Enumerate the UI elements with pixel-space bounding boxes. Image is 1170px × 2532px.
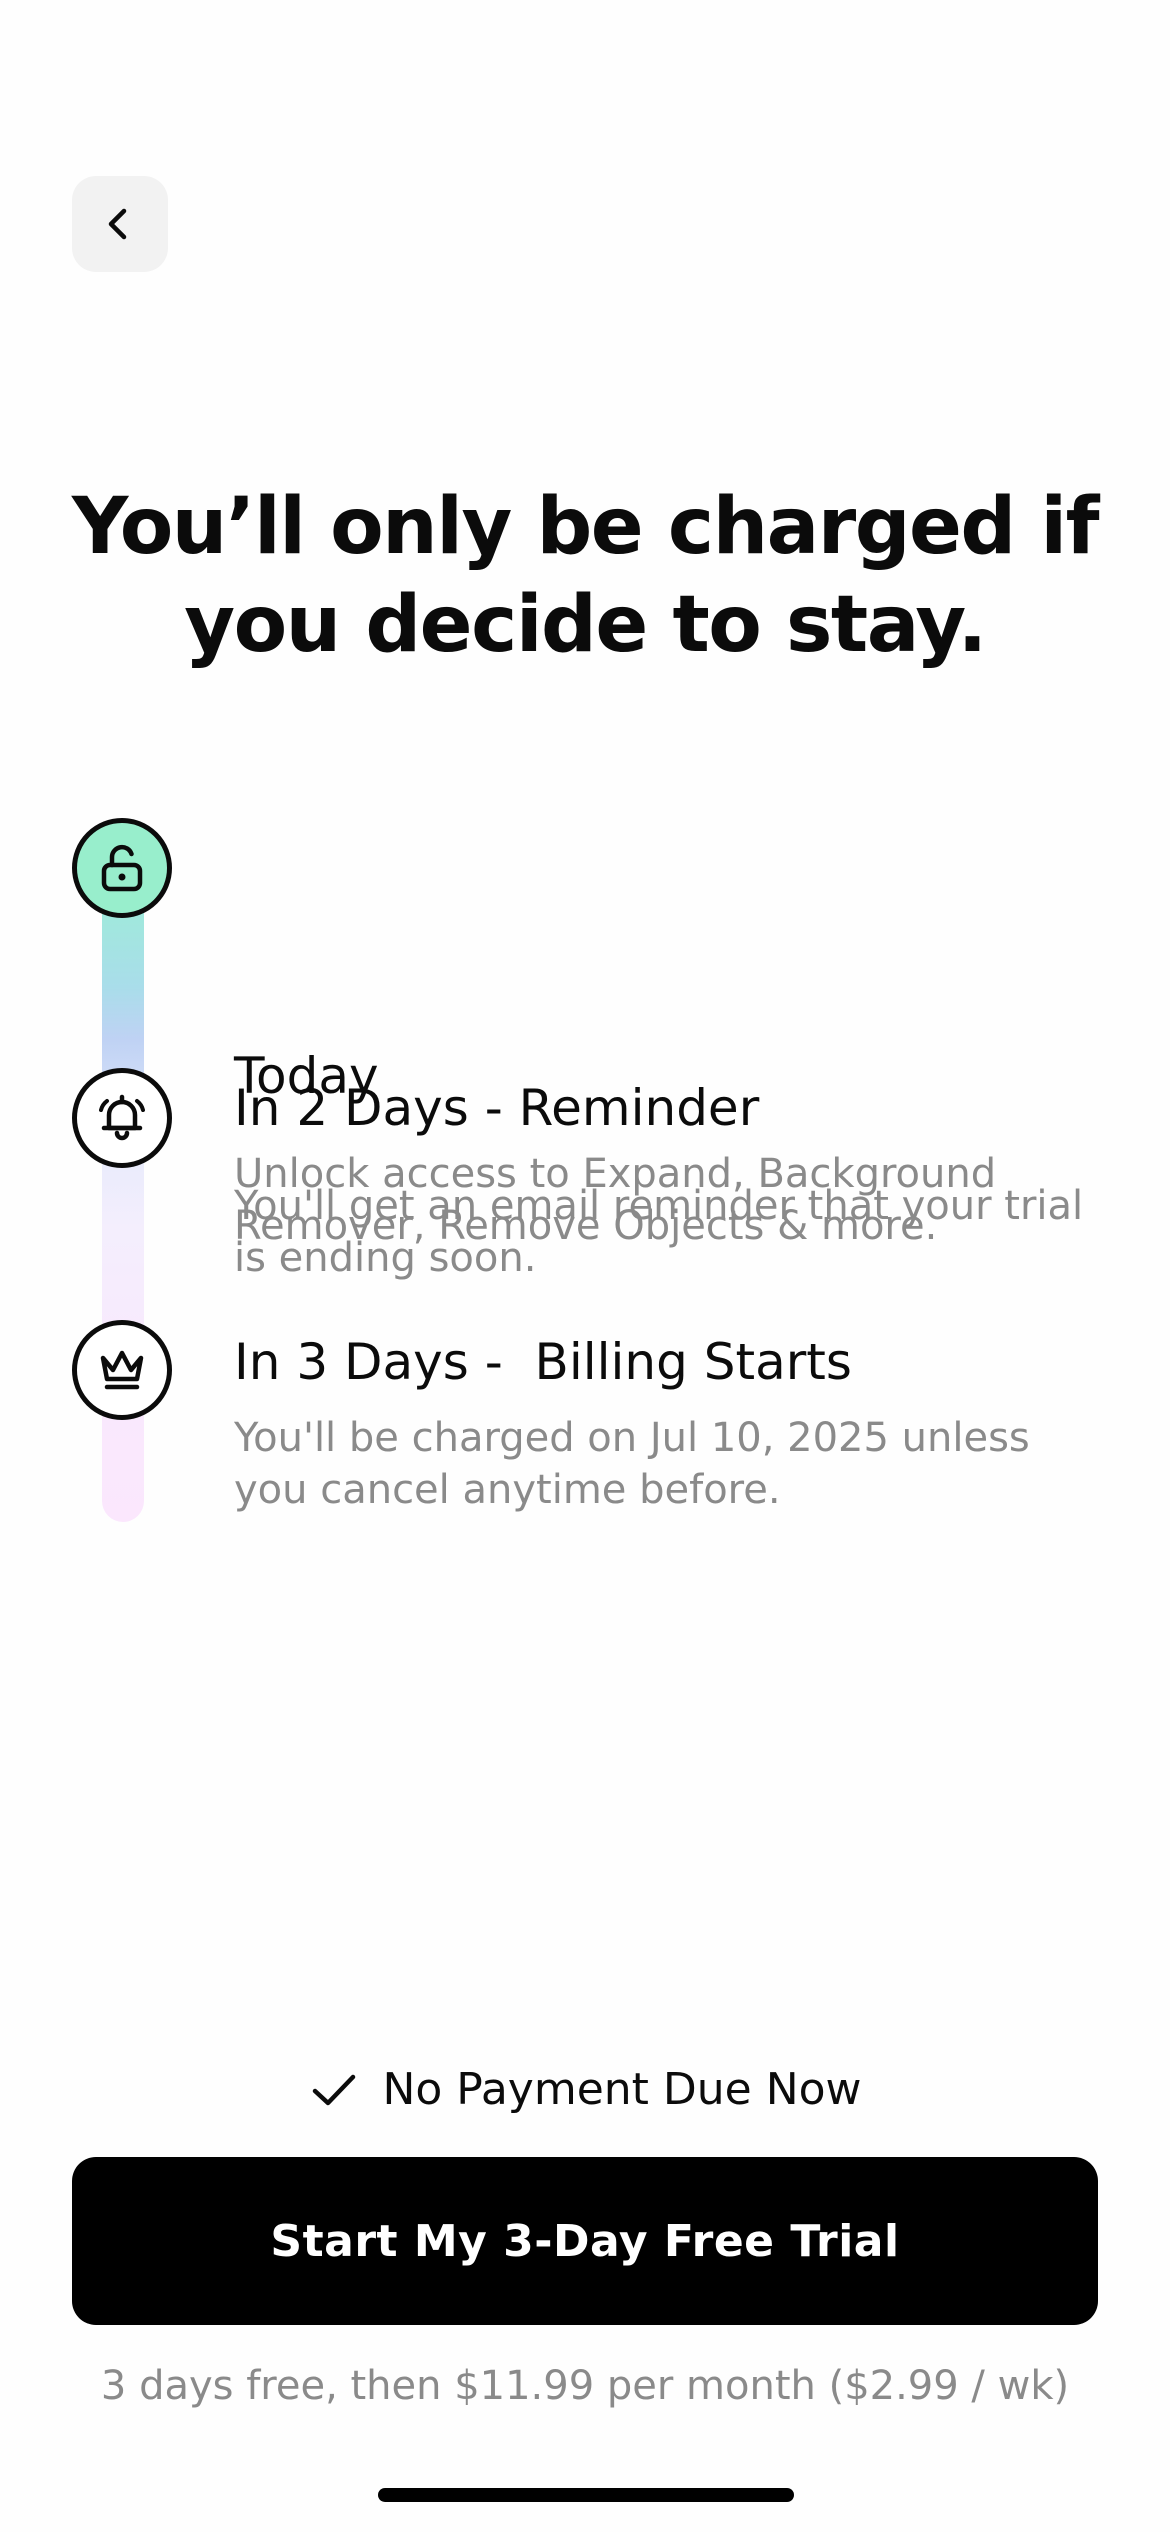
start-free-trial-label: Start My 3-Day Free Trial [270,2215,900,2267]
start-free-trial-button[interactable]: Start My 3-Day Free Trial [72,2157,1098,2325]
unlock-icon [72,818,172,918]
timeline-progress-bar [102,870,144,1522]
back-button[interactable] [72,176,168,272]
paywall-screen: You’ll only be charged if you decide to … [0,0,1170,2532]
step-reminder-description: You'll get an email reminder that your t… [234,1183,1084,1281]
no-payment-text: No Payment Due Now [382,2064,862,2115]
home-indicator[interactable] [378,2488,794,2502]
checkmark-icon [313,2074,356,2106]
crown-icon [72,1320,172,1420]
step-billing-title: In 3 Days - Billing Starts [234,1333,852,1391]
step-billing-description: You'll be charged on Jul 10, 2025 unless… [234,1415,1030,1513]
pricing-disclaimer: 3 days free, then $11.99 per month ($2.9… [100,2363,1070,2409]
chevron-left-icon [108,208,127,240]
bell-icon [72,1068,172,1168]
page-title: You’ll only be charged if you decide to … [71,482,1100,670]
step-reminder-title: In 2 Days - Reminder [234,1079,760,1137]
no-payment-notice: No Payment Due Now [0,2060,1170,2120]
